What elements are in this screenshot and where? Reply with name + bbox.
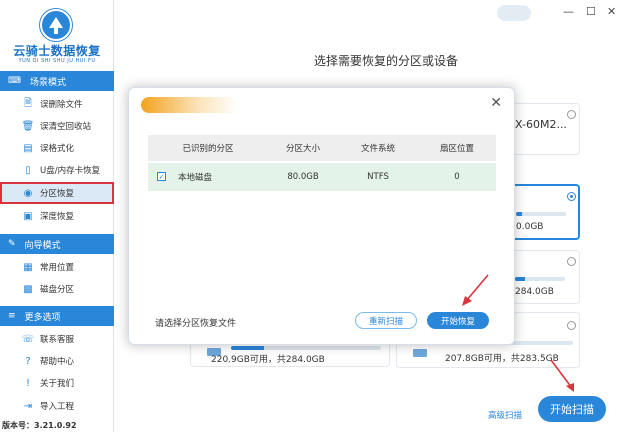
usage-bar <box>231 346 381 350</box>
sidebar-item-label: 误删除文件 <box>40 100 83 110</box>
partition-size: 80.0GB <box>287 172 319 182</box>
sidebar-item-label: 深度恢复 <box>40 212 75 222</box>
section-wizard-mode[interactable]: ✎ 向导模式 <box>0 234 114 254</box>
close-icon[interactable]: ✕ <box>490 95 502 111</box>
sidebar-item-deleted-files[interactable]: 🗎 误删除文件 <box>0 93 114 115</box>
row-checkbox[interactable]: ✓ <box>157 172 166 181</box>
dialog-hint: 请选择分区恢复文件 <box>155 319 237 329</box>
table-row[interactable]: ✓ 本地磁盘 80.0GB NTFS 0 <box>148 163 496 191</box>
usb-icon: ▯ <box>25 164 31 176</box>
keyboard-icon: ⌨ <box>8 76 21 86</box>
device-size: 284.0GB <box>515 287 554 297</box>
device-radio[interactable] <box>567 321 576 330</box>
format-icon: ▤ <box>23 142 33 154</box>
user-avatar[interactable] <box>497 5 531 21</box>
sidebar-item-label: 误清空回收站 <box>40 122 92 132</box>
device-size: 0.0GB <box>516 222 544 232</box>
advanced-scan-link[interactable]: 高级扫描 <box>488 409 522 421</box>
column-header: 已识别的分区 <box>182 144 234 154</box>
device-radio[interactable] <box>567 110 576 119</box>
sidebar-item-common-locations[interactable]: ▦ 常用位置 <box>0 256 114 278</box>
wizard-icon: ✎ <box>8 239 16 249</box>
sidebar-item-label: U盘/内存卡恢复 <box>40 166 101 176</box>
partition-dialog: ✕ 已识别的分区 分区大小 文件系统 扇区位置 ✓ 本地磁盘 80.0GB NT… <box>128 87 515 345</box>
app-name: 云骑士数据恢复 <box>13 44 101 58</box>
import-icon: ⇥ <box>23 400 33 412</box>
device-radio[interactable] <box>567 192 576 201</box>
drive-icon <box>413 349 427 357</box>
dialog-title <box>141 97 237 113</box>
sidebar-item-label: 联系客服 <box>40 335 75 345</box>
partition-name: 本地磁盘 <box>178 173 213 183</box>
section-scene-mode[interactable]: ⌨ 场景模式 <box>0 71 114 91</box>
delete-file-icon: 🗎 <box>23 97 33 109</box>
device-capacity: 207.8GB可用，共283.5GB <box>445 354 559 364</box>
app-logo: 云骑士数据恢复 YUN QI SHI SHU JU HUI FU <box>0 0 114 70</box>
sidebar-item-deep-recovery[interactable]: ▣ 深度恢复 <box>0 205 114 227</box>
help-icon: ? <box>25 355 31 367</box>
version-label: 版本号：3.21.0.92 <box>2 421 77 430</box>
location-icon: ▦ <box>23 261 33 273</box>
page-title: 选择需要恢复的分区或设备 <box>314 54 459 68</box>
sidebar-item-import-project[interactable]: ⇥ 导入工程 <box>0 395 114 417</box>
start-scan-button[interactable]: 开始扫描 <box>538 396 606 422</box>
usage-bar <box>515 277 565 281</box>
minimize-button[interactable]: — <box>563 5 574 18</box>
start-recovery-button[interactable]: 开始恢复 <box>427 312 489 329</box>
sidebar: 云骑士数据恢复 YUN QI SHI SHU JU HUI FU ⌨ 场景模式 … <box>0 0 114 432</box>
device-capacity: 220.9GB可用，共284.0GB <box>211 355 325 365</box>
rescan-button[interactable]: 重新扫描 <box>355 312 417 329</box>
disk-icon: ▩ <box>23 283 33 295</box>
column-header: 文件系统 <box>360 144 395 154</box>
info-icon: ! <box>25 377 30 389</box>
sidebar-item-help-center[interactable]: ? 帮助中心 <box>0 350 114 372</box>
sidebar-item-label: 导入工程 <box>40 402 75 412</box>
deep-scan-icon: ▣ <box>23 210 33 222</box>
app-subtitle: YUN QI SHI SHU JU HUI FU <box>18 58 96 64</box>
partition-icon: ◉ <box>23 187 33 199</box>
column-header: 扇区位置 <box>439 144 474 154</box>
sidebar-item-format[interactable]: ▤ 误格式化 <box>0 137 114 159</box>
support-icon: ☏ <box>21 333 35 345</box>
sidebar-item-recycle-bin[interactable]: 🗑 误清空回收站 <box>0 115 114 137</box>
sidebar-item-contact-support[interactable]: ☏ 联系客服 <box>0 328 114 350</box>
device-radio[interactable] <box>567 257 576 266</box>
menu-icon: ≡ <box>8 311 16 321</box>
sidebar-item-label: 常用位置 <box>40 263 75 273</box>
sidebar-item-label: 分区恢复 <box>40 189 75 199</box>
section-title: 更多选项 <box>24 312 61 323</box>
sidebar-item-label: 误格式化 <box>40 144 75 154</box>
maximize-button[interactable]: ☐ <box>586 5 596 18</box>
recycle-bin-icon: 🗑 <box>21 120 35 132</box>
device-name: X-60M2... <box>515 118 567 131</box>
knight-logo-icon <box>39 8 73 42</box>
sidebar-item-label: 磁盘分区 <box>40 285 75 295</box>
section-more-options[interactable]: ≡ 更多选项 <box>0 306 114 326</box>
section-title: 向导模式 <box>24 240 61 251</box>
close-button[interactable]: ✕ <box>607 5 616 18</box>
partition-filesystem: NTFS <box>367 172 389 182</box>
arrow-annotation-icon <box>550 359 574 392</box>
table-header: 已识别的分区 分区大小 文件系统 扇区位置 <box>148 135 496 161</box>
section-title: 场景模式 <box>30 77 67 88</box>
sidebar-item-label: 关于我们 <box>40 379 75 389</box>
sidebar-item-partition-recovery[interactable]: ◉ 分区恢复 <box>0 182 114 204</box>
sidebar-item-usb-card[interactable]: ▯ U盘/内存卡恢复 <box>0 159 114 181</box>
partition-sector: 0 <box>454 172 460 182</box>
sidebar-item-about-us[interactable]: ! 关于我们 <box>0 372 114 394</box>
column-header: 分区大小 <box>285 144 320 154</box>
sidebar-item-label: 帮助中心 <box>40 357 75 367</box>
usage-bar <box>516 212 566 216</box>
sidebar-item-disk-partitions[interactable]: ▩ 磁盘分区 <box>0 278 114 300</box>
arrow-annotation-icon <box>462 274 489 306</box>
